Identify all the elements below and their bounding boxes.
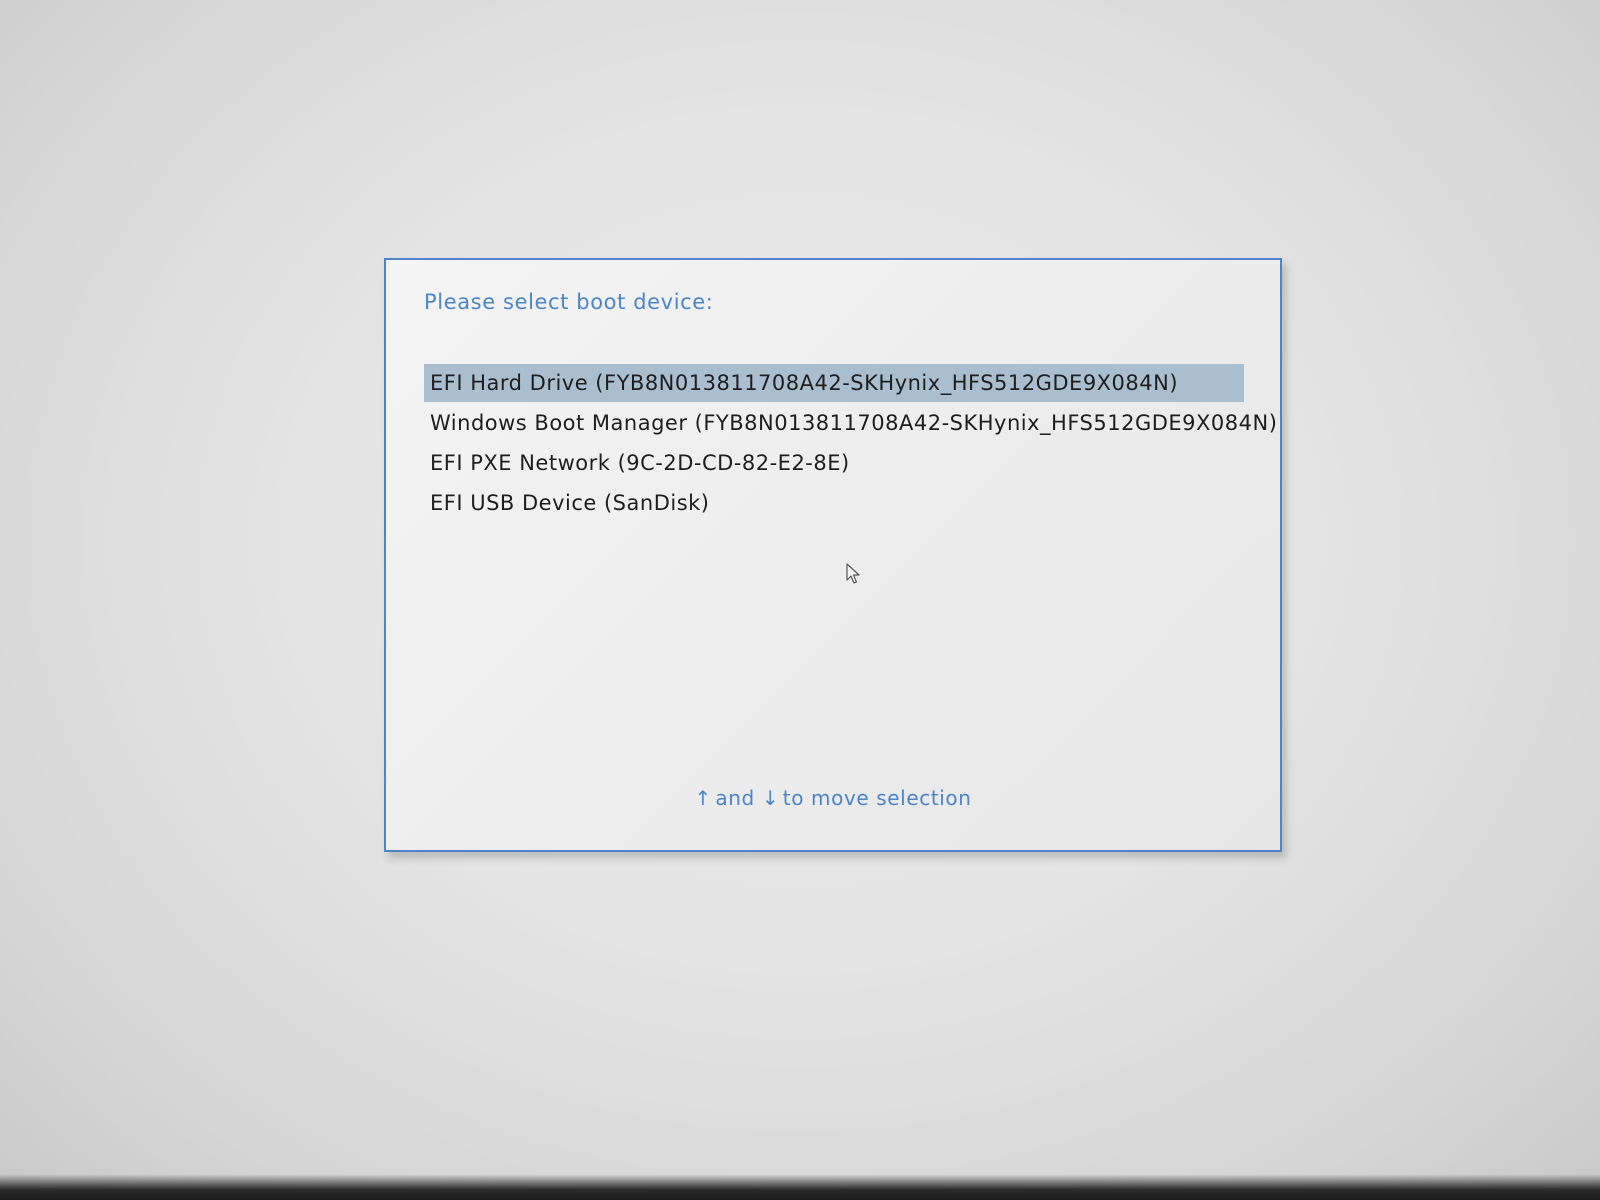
boot-device-list: EFI Hard Drive (FYB8N013811708A42-SKHyni…	[424, 364, 1277, 524]
mouse-pointer-icon	[846, 563, 860, 584]
up-arrow-icon: ↑	[694, 786, 712, 810]
boot-device-dialog: Please select boot device: EFI Hard Driv…	[384, 258, 1282, 852]
navigation-hint: ↑ and ↓ to move selection	[386, 786, 1280, 810]
hint-rest-text: to move selection	[782, 786, 972, 810]
boot-device-efi-hard-drive[interactable]: EFI Hard Drive (FYB8N013811708A42-SKHyni…	[424, 364, 1244, 402]
monitor-bezel	[0, 1174, 1600, 1200]
boot-device-efi-pxe-network[interactable]: EFI PXE Network (9C-2D-CD-82-E2-8E)	[424, 444, 1244, 482]
dialog-prompt: Please select boot device:	[424, 290, 714, 314]
boot-device-windows-boot-manager[interactable]: Windows Boot Manager (FYB8N013811708A42-…	[424, 404, 1277, 442]
hint-and-text: and	[715, 786, 755, 810]
down-arrow-icon: ↓	[761, 786, 780, 810]
boot-device-efi-usb[interactable]: EFI USB Device (SanDisk)	[424, 484, 1244, 522]
